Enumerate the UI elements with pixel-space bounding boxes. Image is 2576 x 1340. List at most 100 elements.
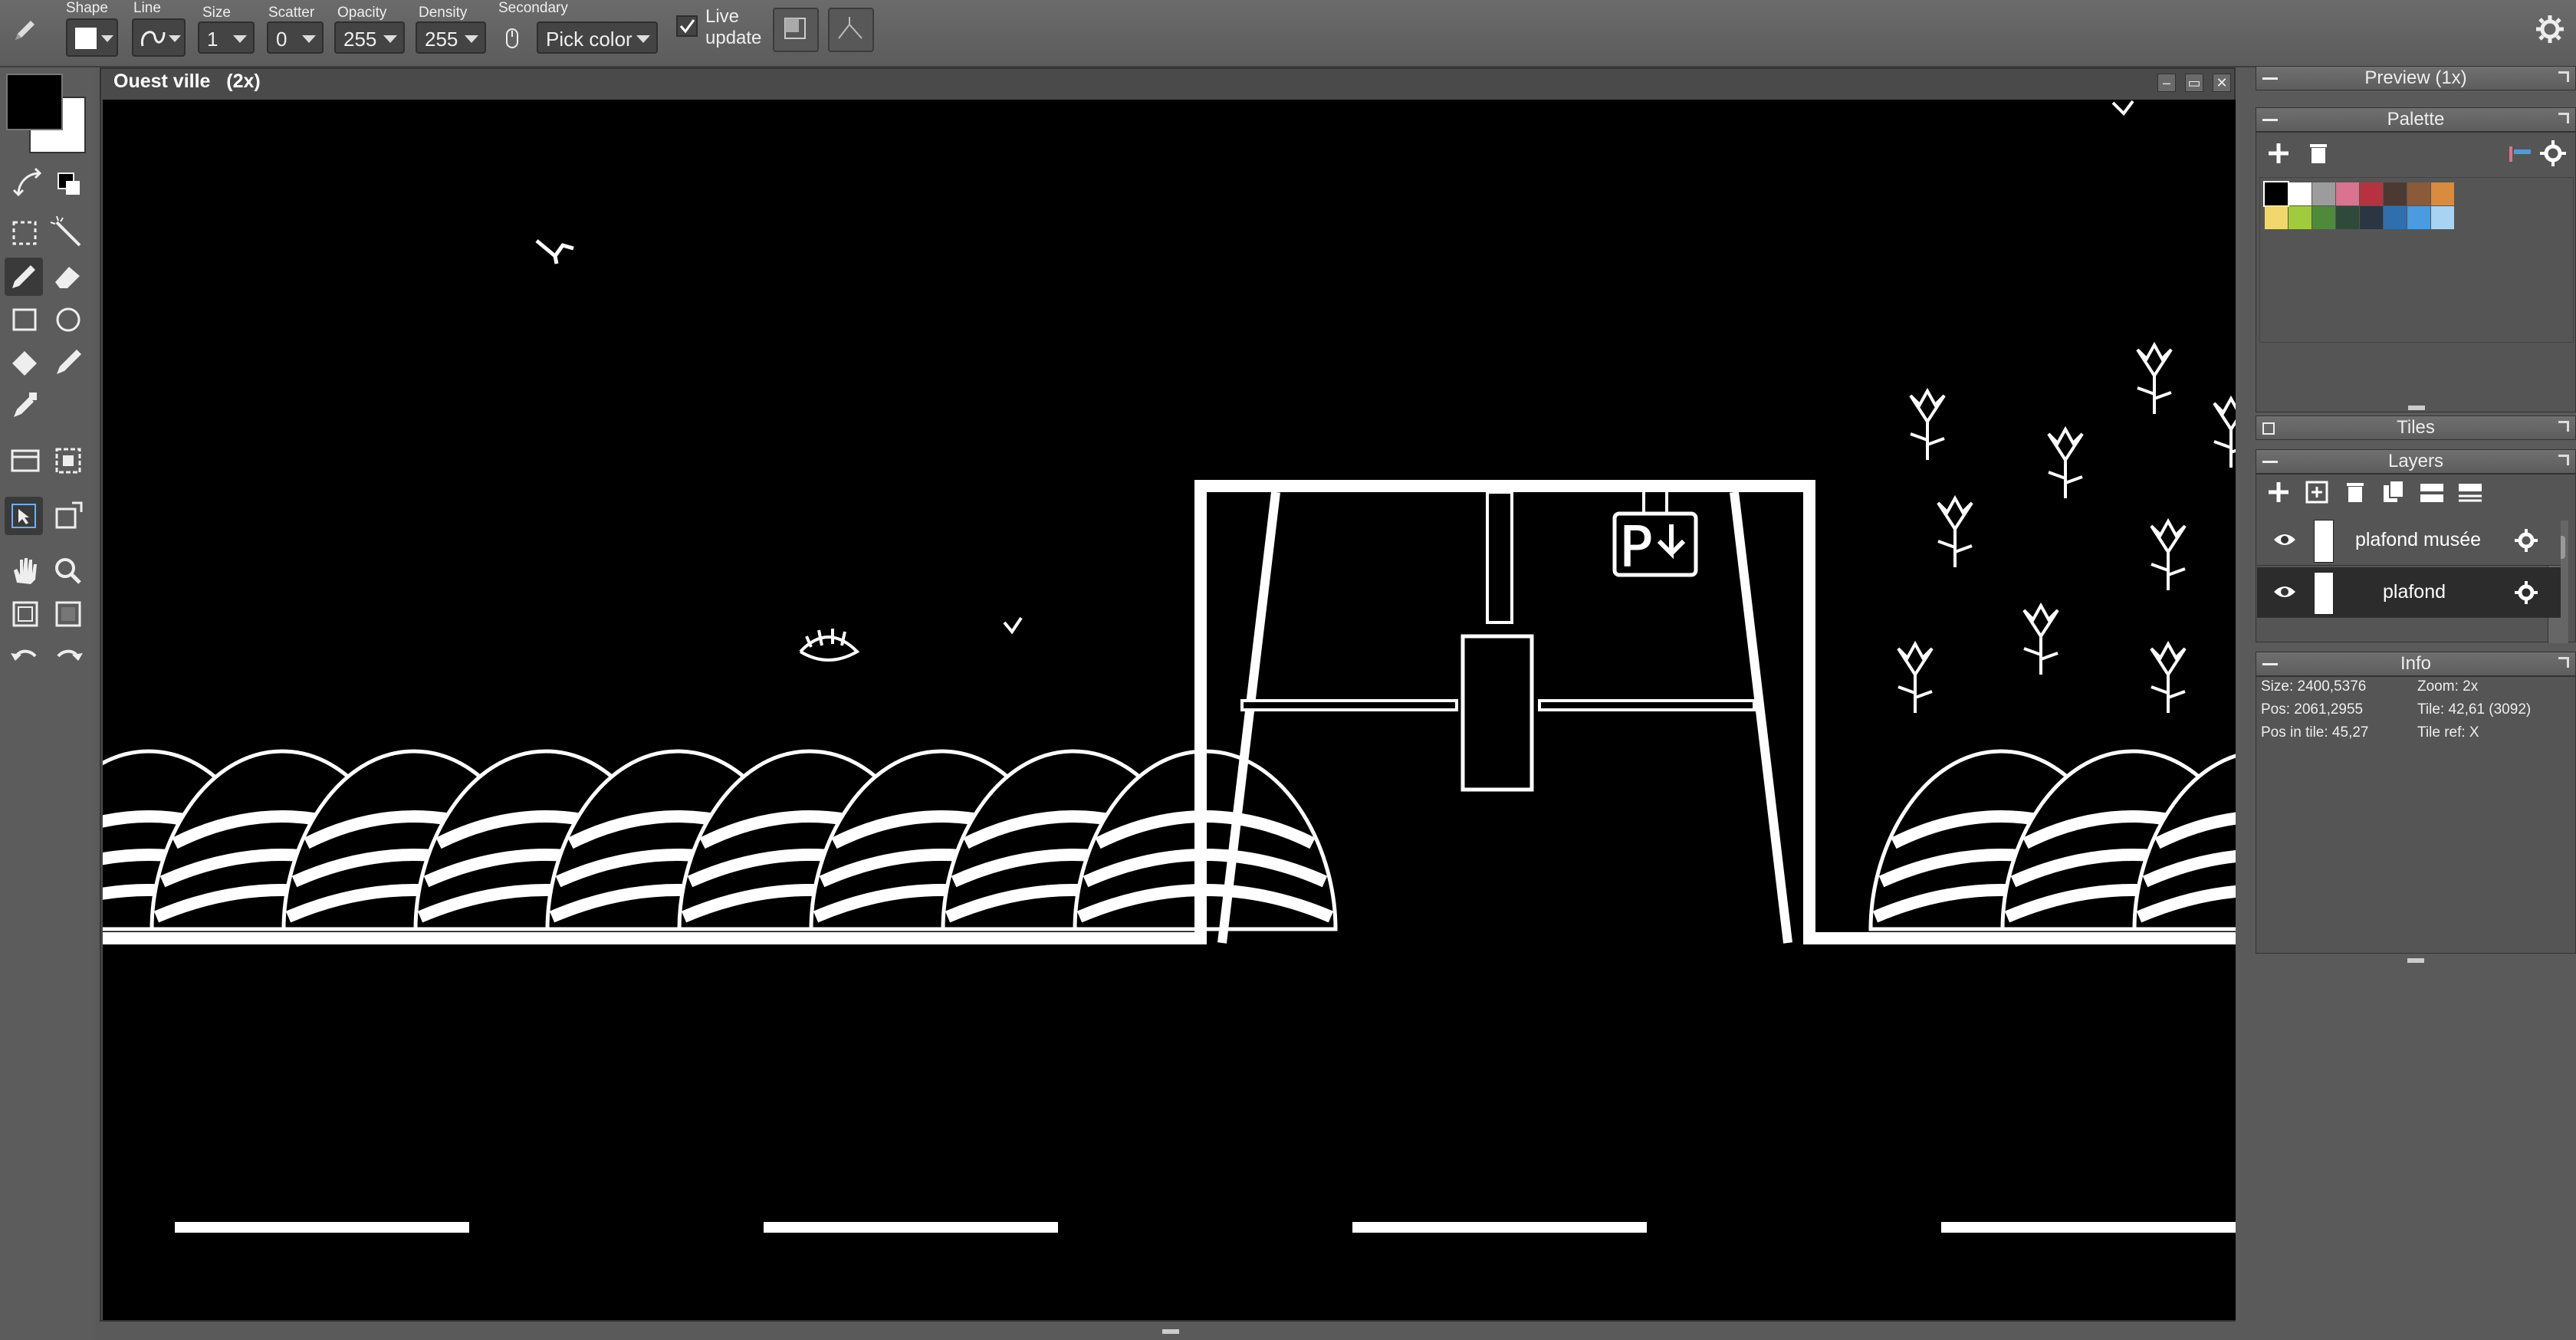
restore-window-button[interactable]: ▭ — [2185, 74, 2203, 92]
size-dropdown[interactable]: 1 — [198, 21, 255, 54]
add-group-button[interactable] — [2301, 476, 2333, 508]
palette-gradient-button[interactable] — [2503, 137, 2535, 169]
palette-swatch[interactable] — [2384, 182, 2407, 205]
live-update-checkbox[interactable] — [676, 15, 698, 37]
fill-bucket-icon[interactable] — [6, 343, 44, 382]
eye-icon[interactable] — [2272, 530, 2297, 549]
eraser-icon[interactable] — [49, 258, 87, 296]
delete-color-button[interactable] — [2302, 137, 2334, 169]
palette-swatch[interactable] — [2360, 182, 2383, 205]
rect-select-icon[interactable] — [6, 215, 44, 253]
density-label: Density — [419, 5, 468, 21]
gear-icon[interactable] — [2535, 14, 2565, 44]
reset-colors-icon[interactable] — [49, 164, 87, 202]
palette-panel-header[interactable]: Palette — [2256, 107, 2576, 132]
preview-title: Preview (1x) — [2364, 67, 2467, 88]
gear-icon — [2540, 140, 2566, 166]
collapse-icon[interactable] — [2262, 461, 2278, 463]
rectangle-tool-icon[interactable] — [6, 301, 44, 339]
resize-handle[interactable] — [2407, 958, 2424, 963]
curve-line-icon — [140, 31, 166, 47]
antialias-toggle-button[interactable] — [828, 8, 874, 52]
palette-swatch[interactable] — [2336, 206, 2359, 229]
line-dropdown[interactable] — [132, 18, 186, 57]
preview-panel-header[interactable]: Preview (1x) — [2256, 66, 2576, 90]
palette-swatch[interactable] — [2288, 206, 2312, 229]
grid-toggle-icon[interactable] — [6, 595, 44, 633]
layer-row-plafond-musee[interactable]: plafond musée — [2257, 515, 2561, 566]
undock-icon[interactable] — [2558, 455, 2569, 465]
ellipse-tool-icon[interactable] — [49, 301, 87, 339]
palette-swatch[interactable] — [2336, 182, 2359, 205]
palette-swatch[interactable] — [2288, 182, 2312, 205]
resize-handle[interactable] — [1162, 1329, 1179, 1334]
scatter-label: Scatter — [268, 5, 315, 21]
density-dropdown[interactable]: 255 — [416, 21, 486, 54]
pointer-tool-button[interactable] — [5, 497, 43, 535]
drawing-canvas[interactable]: P — [103, 100, 2236, 1320]
delete-layer-button[interactable] — [2339, 476, 2371, 508]
add-layer-button[interactable] — [2262, 476, 2295, 508]
resize-handle[interactable] — [2408, 406, 2425, 410]
palette-swatch[interactable] — [2360, 206, 2383, 229]
hand-pan-icon[interactable] — [6, 552, 44, 590]
merge-layer-button[interactable] — [2416, 476, 2448, 508]
collapse-icon[interactable] — [2262, 663, 2278, 665]
tile-view-icon[interactable] — [6, 442, 44, 480]
undock-icon[interactable] — [2558, 421, 2569, 432]
minimize-window-button[interactable]: – — [2157, 74, 2176, 92]
primary-color-swatch[interactable] — [6, 74, 63, 130]
pencil-tool-button[interactable] — [5, 258, 43, 296]
palette-swatch[interactable] — [2431, 206, 2454, 229]
add-color-button[interactable] — [2262, 137, 2295, 169]
frame-toggle-icon[interactable] — [49, 595, 87, 633]
close-window-button[interactable]: ✕ — [2213, 74, 2231, 92]
undock-icon[interactable] — [2558, 71, 2569, 82]
palette-swatch[interactable] — [2312, 206, 2335, 229]
brush-icon[interactable] — [49, 343, 87, 382]
shape-dropdown[interactable] — [66, 18, 118, 57]
live-update-label: Live update — [705, 6, 761, 49]
undock-icon[interactable] — [2558, 113, 2569, 123]
eyedropper-icon[interactable] — [6, 386, 44, 425]
undock-icon[interactable] — [2558, 657, 2569, 668]
layer-properties-button[interactable] — [2454, 476, 2486, 508]
minimize-icon: – — [2162, 75, 2170, 90]
eye-icon[interactable] — [2272, 583, 2297, 601]
zoom-magnifier-icon[interactable] — [49, 552, 87, 590]
secondary-action-dropdown[interactable]: Pick color — [537, 21, 658, 54]
palette-settings-button[interactable] — [2537, 137, 2569, 169]
collapse-icon[interactable] — [2262, 119, 2278, 121]
undo-icon[interactable] — [6, 638, 44, 676]
layer-row-plafond[interactable]: plafond — [2257, 567, 2561, 618]
layer-move-icon[interactable] — [49, 497, 87, 535]
fill-shape-toggle-button[interactable] — [773, 8, 819, 52]
pencil-tool-icon[interactable] — [11, 17, 38, 44]
layers-panel-header[interactable]: Layers — [2256, 449, 2576, 474]
duplicate-layer-button[interactable] — [2377, 476, 2410, 508]
gear-icon[interactable] — [2513, 527, 2539, 553]
gear-icon[interactable] — [2513, 580, 2539, 606]
magic-wand-icon[interactable] — [49, 215, 87, 253]
redo-icon[interactable] — [49, 638, 87, 676]
palette-swatch[interactable] — [2312, 182, 2335, 205]
palette-swatch[interactable] — [2384, 206, 2407, 229]
expand-icon[interactable] — [2262, 422, 2275, 435]
left-bush-row — [103, 751, 1336, 929]
swap-colors-icon[interactable] — [9, 164, 48, 202]
palette-swatch[interactable] — [2407, 206, 2430, 229]
scatter-dropdown[interactable]: 0 — [267, 21, 324, 54]
info-panel-header[interactable]: Info — [2256, 652, 2576, 676]
layers-title: Layers — [2387, 451, 2444, 471]
palette-swatch[interactable] — [2431, 182, 2454, 205]
palette-swatch[interactable] — [2407, 182, 2430, 205]
collapse-icon[interactable] — [2262, 77, 2278, 80]
tiles-title: Tiles — [2397, 417, 2435, 438]
tiles-panel-header[interactable]: Tiles — [2256, 415, 2576, 440]
spiky-creature — [799, 629, 860, 662]
palette-swatch[interactable] — [2263, 181, 2289, 207]
palette-swatch[interactable] — [2265, 206, 2288, 229]
tile-select-icon[interactable] — [49, 442, 87, 480]
opacity-dropdown[interactable]: 255 — [334, 21, 405, 54]
close-icon: ✕ — [2216, 75, 2228, 90]
